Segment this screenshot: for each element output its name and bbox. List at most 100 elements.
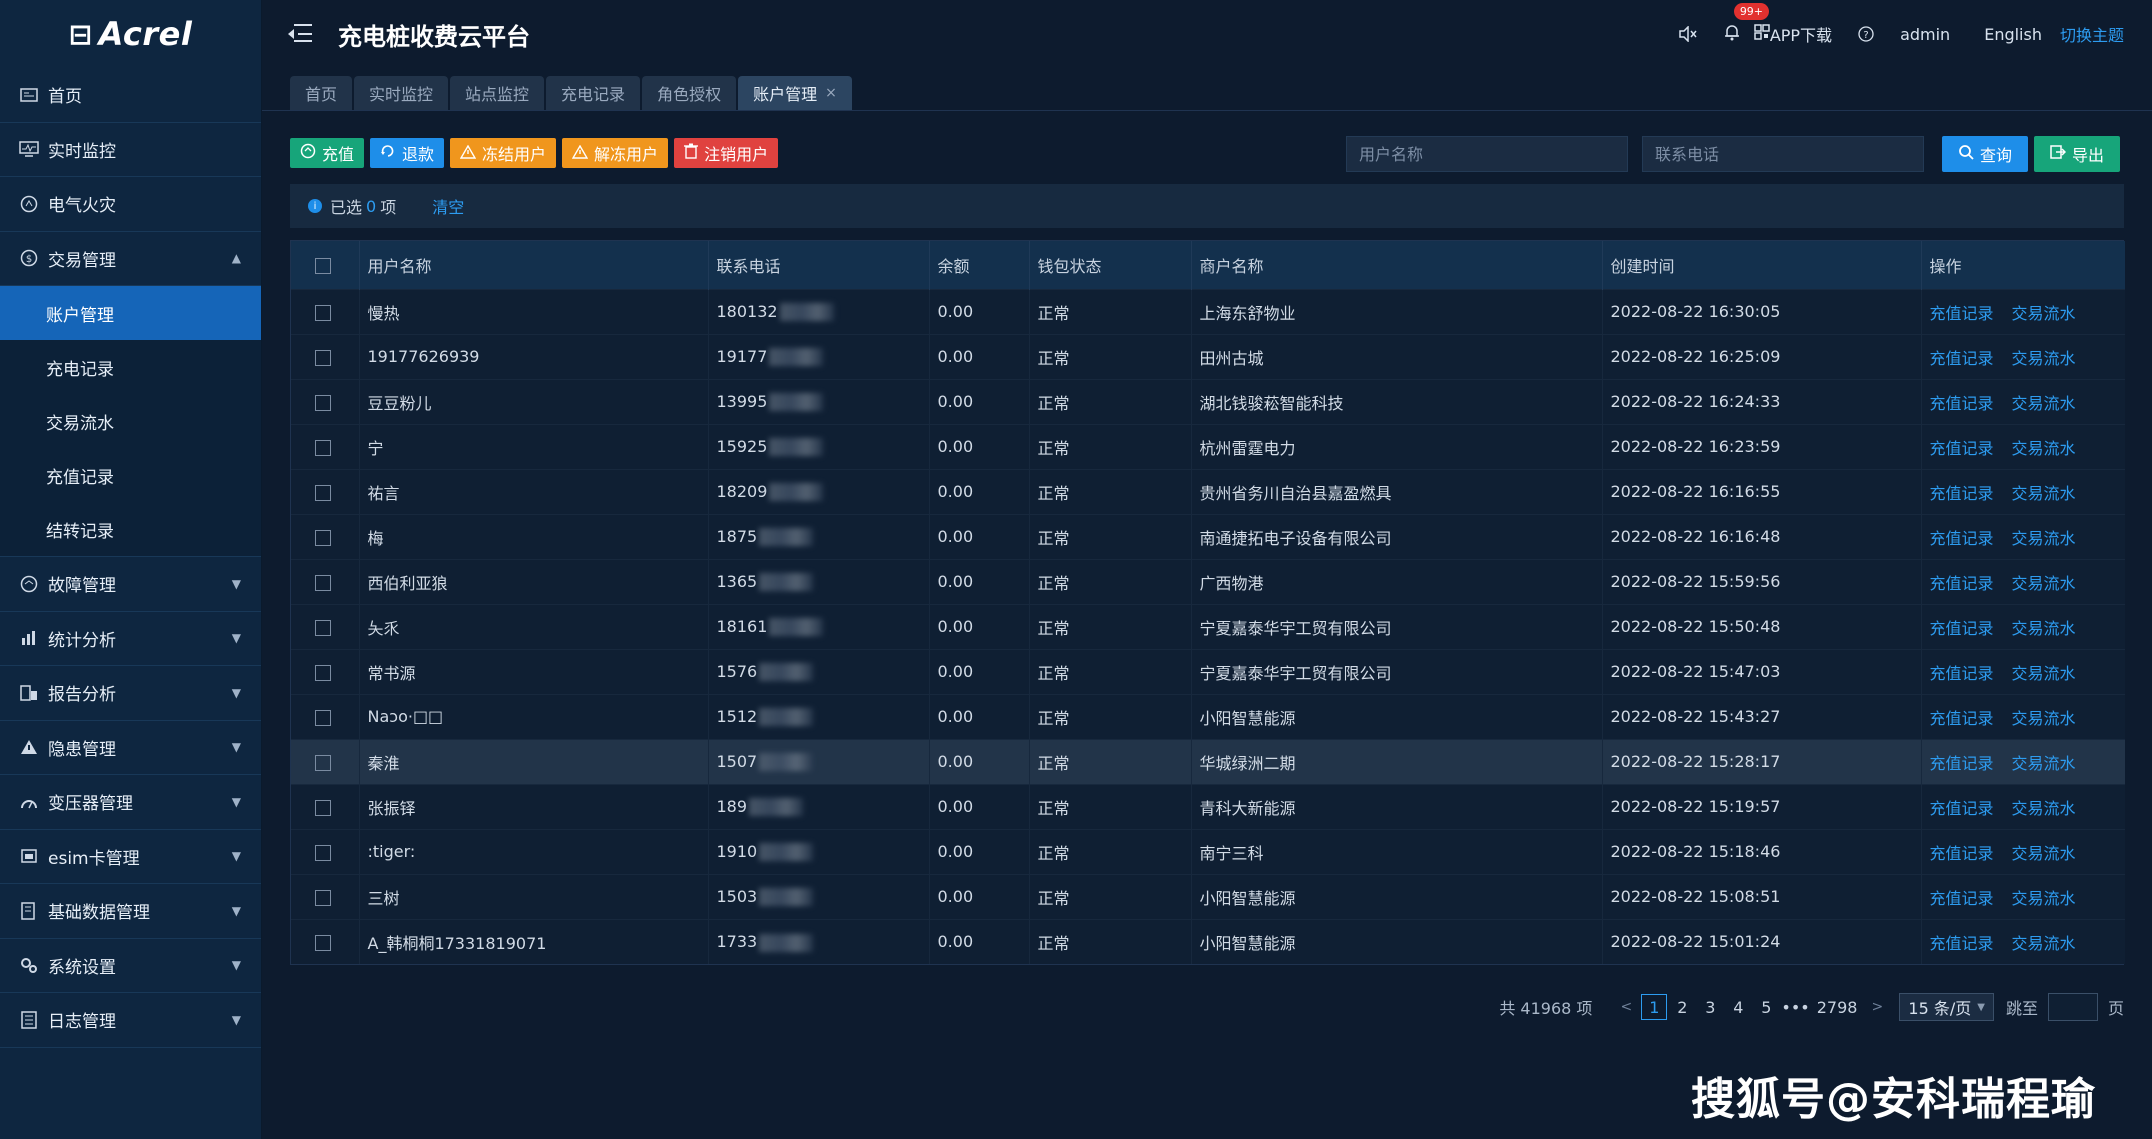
app-download-link[interactable]: APP下载 bbox=[1754, 22, 1832, 46]
page-size-select[interactable]: 15 条/页 ▼ bbox=[1899, 993, 1994, 1021]
trade-flow-link[interactable]: 交易流水 bbox=[2012, 484, 2076, 503]
clear-selection-link[interactable]: 清空 bbox=[432, 194, 464, 218]
row-checkbox[interactable] bbox=[315, 799, 331, 816]
sidebar-item-log[interactable]: 日志管理 ▼ bbox=[0, 993, 261, 1048]
sidebar-item-esim[interactable]: esim卡管理 ▼ bbox=[0, 830, 261, 884]
row-checkbox[interactable] bbox=[315, 304, 331, 321]
sidebar-item-transformer[interactable]: 变压器管理 ▼ bbox=[0, 775, 261, 830]
row-checkbox[interactable] bbox=[315, 889, 331, 906]
table-row[interactable]: 夨乑 18161 0.00 正常 宁夏嘉泰华宇工贸有限公司 2022-08-22 15:5… bbox=[291, 603, 2125, 649]
recharge-record-link[interactable]: 充值记录 bbox=[1930, 439, 1994, 458]
sidebar-subitem-carryover[interactable]: 结转记录 bbox=[0, 502, 261, 556]
trade-flow-link[interactable]: 交易流水 bbox=[2012, 844, 2076, 863]
query-button[interactable]: 查询 bbox=[1941, 136, 2028, 172]
trade-flow-link[interactable]: 交易流水 bbox=[2012, 754, 2076, 773]
close-icon[interactable]: × bbox=[825, 85, 837, 101]
sidebar-subitem-recharge-record[interactable]: 充值记录 bbox=[0, 448, 261, 502]
trade-flow-link[interactable]: 交易流水 bbox=[2012, 439, 2076, 458]
recharge-record-link[interactable]: 充值记录 bbox=[1930, 664, 1994, 683]
row-checkbox[interactable] bbox=[315, 664, 331, 681]
sidebar-item-transaction[interactable]: $ 交易管理 ▲ bbox=[0, 232, 261, 286]
table-row[interactable]: 慢热 180132 0.00 正常 上海东舒物业 2022-08-22 16:30:05 充… bbox=[291, 288, 2125, 334]
table-row[interactable]: 梅 1875 0.00 正常 南通捷拓电子设备有限公司 2022-08-22 16:16:… bbox=[291, 513, 2125, 559]
sidebar-item-settings[interactable]: 系统设置 ▼ bbox=[0, 939, 261, 993]
recharge-record-link[interactable]: 充值记录 bbox=[1930, 619, 1994, 638]
table-row[interactable]: 常书源 1576 0.00 正常 宁夏嘉泰华宇工贸有限公司 2022-08-22 15:4… bbox=[291, 648, 2125, 694]
recharge-record-link[interactable]: 充值记录 bbox=[1930, 349, 1994, 368]
recharge-button[interactable]: 充值 bbox=[290, 138, 365, 168]
table-row[interactable]: 祐言 18209 0.00 正常 贵州省务川自治县嘉盈燃具 2022-08-22 16:1… bbox=[291, 468, 2125, 514]
page-button[interactable]: 1 bbox=[1641, 994, 1668, 1020]
sidebar-subitem-charging-record[interactable]: 充电记录 bbox=[0, 340, 261, 394]
unfreeze-user-button[interactable]: 解冻用户 bbox=[562, 138, 669, 168]
trade-flow-link[interactable]: 交易流水 bbox=[2012, 934, 2076, 953]
sidebar-item-electrical-fire[interactable]: 电气火灾 bbox=[0, 177, 261, 232]
row-checkbox[interactable] bbox=[315, 754, 331, 771]
sidebar-item-statistics[interactable]: 统计分析 ▼ bbox=[0, 612, 261, 666]
row-checkbox[interactable] bbox=[315, 844, 331, 861]
recharge-record-link[interactable]: 充值记录 bbox=[1930, 754, 1994, 773]
recharge-record-link[interactable]: 充值记录 bbox=[1930, 844, 1994, 863]
sidebar-subitem-trade-flow[interactable]: 交易流水 bbox=[0, 394, 261, 448]
recharge-record-link[interactable]: 充值记录 bbox=[1930, 934, 1994, 953]
recharge-record-link[interactable]: 充值记录 bbox=[1930, 574, 1994, 593]
tab-charging-record[interactable]: 充电记录 bbox=[546, 76, 641, 110]
recharge-record-link[interactable]: 充值记录 bbox=[1930, 394, 1994, 413]
table-row[interactable]: 秦淮 1507 0.00 正常 华城绿洲二期 2022-08-22 15:28:17 充值记… bbox=[291, 738, 2125, 784]
chevron-left-icon[interactable]: < bbox=[1613, 994, 1639, 1020]
freeze-user-button[interactable]: 冻结用户 bbox=[450, 138, 557, 168]
table-row[interactable]: 豆豆粉儿 13995 0.00 正常 湖北钱骏菘智能科技 2022-08-22 16:24… bbox=[291, 378, 2125, 424]
cancel-user-button[interactable]: 注销用户 bbox=[674, 138, 779, 168]
trade-flow-link[interactable]: 交易流水 bbox=[2012, 799, 2076, 818]
page-button[interactable]: 4 bbox=[1725, 994, 1751, 1020]
page-button[interactable]: 3 bbox=[1697, 994, 1723, 1020]
tab-realtime-monitor[interactable]: 实时监控 bbox=[354, 76, 449, 110]
table-row[interactable]: A_韩桐桐17331819071 1733 0.00 正常 小阳智慧能源 2022-08-… bbox=[291, 918, 2125, 964]
row-checkbox[interactable] bbox=[315, 934, 331, 951]
row-checkbox[interactable] bbox=[315, 619, 331, 636]
row-checkbox[interactable] bbox=[315, 349, 331, 366]
row-checkbox[interactable] bbox=[315, 439, 331, 456]
recharge-record-link[interactable]: 充值记录 bbox=[1930, 529, 1994, 548]
row-checkbox[interactable] bbox=[315, 574, 331, 591]
theme-switch[interactable]: 切换主题 bbox=[2060, 22, 2124, 46]
tab-home[interactable]: 首页 bbox=[290, 76, 353, 110]
export-button[interactable]: 导出 bbox=[2033, 136, 2120, 172]
tab-role-auth[interactable]: 角色授权 bbox=[642, 76, 737, 110]
sidebar-item-base-data[interactable]: 基础数据管理 ▼ bbox=[0, 884, 261, 939]
chevron-right-icon[interactable]: > bbox=[1864, 994, 1890, 1020]
table-row[interactable]: 西伯利亚狼 1365 0.00 正常 广西物港 2022-08-22 15:59:56 充值… bbox=[291, 558, 2125, 604]
page-button-last[interactable]: 2798 bbox=[1817, 994, 1858, 1020]
sidebar-item-home[interactable]: 首页 bbox=[0, 68, 261, 123]
trade-flow-link[interactable]: 交易流水 bbox=[2012, 619, 2076, 638]
table-row[interactable]: :tiger: 1910 0.00 正常 南宁三科 2022-08-22 15:18:46… bbox=[291, 828, 2125, 874]
sidebar-item-hazard[interactable]: 隐患管理 ▼ bbox=[0, 721, 261, 775]
recharge-record-link[interactable]: 充值记录 bbox=[1930, 709, 1994, 728]
sidebar-item-fault[interactable]: 故障管理 ▼ bbox=[0, 557, 261, 612]
page-button[interactable]: 5 bbox=[1753, 994, 1779, 1020]
phone-search-input[interactable] bbox=[1641, 136, 1924, 172]
sidebar-item-report[interactable]: 报告分析 ▼ bbox=[0, 666, 261, 721]
jump-page-input[interactable] bbox=[2047, 993, 2098, 1021]
page-ellipsis[interactable]: ••• bbox=[1781, 994, 1809, 1020]
username-search-input[interactable] bbox=[1345, 136, 1628, 172]
trade-flow-link[interactable]: 交易流水 bbox=[2012, 889, 2076, 908]
trade-flow-link[interactable]: 交易流水 bbox=[2012, 664, 2076, 683]
trade-flow-link[interactable]: 交易流水 bbox=[2012, 529, 2076, 548]
tab-account-management[interactable]: 账户管理 × bbox=[738, 76, 852, 110]
menu-toggle-icon[interactable] bbox=[288, 24, 312, 44]
mute-icon[interactable] bbox=[1678, 26, 1698, 42]
row-checkbox[interactable] bbox=[315, 709, 331, 726]
user-menu[interactable]: admin bbox=[1900, 25, 1950, 44]
trade-flow-link[interactable]: 交易流水 bbox=[2012, 574, 2076, 593]
sidebar-item-realtime-monitor[interactable]: 实时监控 bbox=[0, 123, 261, 177]
sidebar-subitem-account[interactable]: 账户管理 bbox=[0, 286, 261, 340]
recharge-record-link[interactable]: 充值记录 bbox=[1930, 799, 1994, 818]
tab-site-monitor[interactable]: 站点监控 bbox=[450, 76, 545, 110]
row-checkbox[interactable] bbox=[315, 529, 331, 546]
table-row[interactable]: 19177626939 19177 0.00 正常 田州古城 2022-08-22 16:… bbox=[291, 333, 2125, 379]
trade-flow-link[interactable]: 交易流水 bbox=[2012, 394, 2076, 413]
row-checkbox[interactable] bbox=[315, 394, 331, 411]
table-row[interactable]: 三树 1503 0.00 正常 小阳智慧能源 2022-08-22 15:08:51 充值记… bbox=[291, 873, 2125, 919]
notification-bell[interactable]: 99+ bbox=[1724, 3, 1770, 45]
